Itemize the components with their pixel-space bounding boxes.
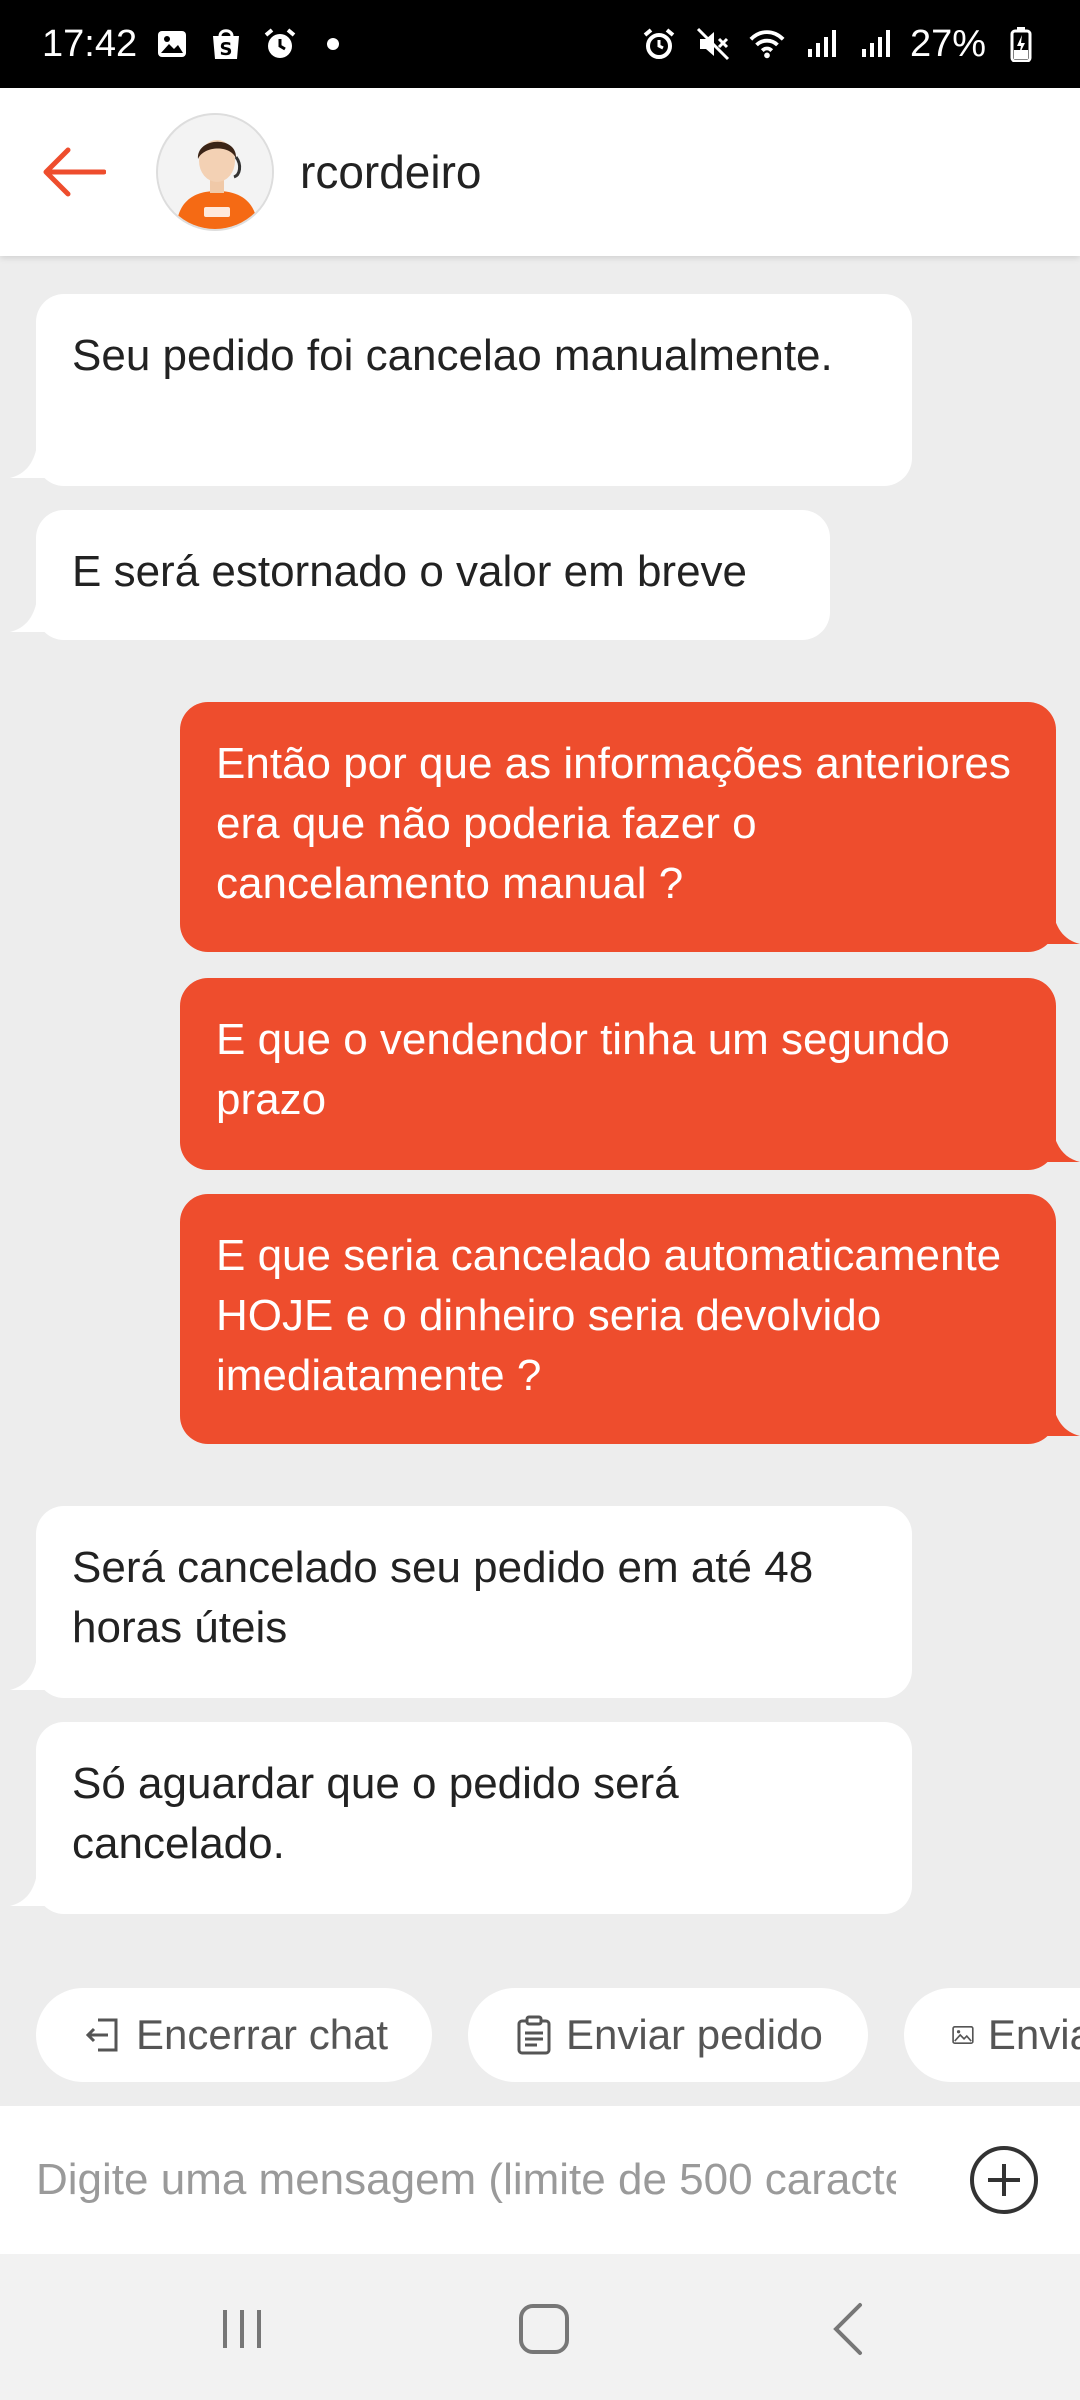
message-outgoing: E que seria cancelado automaticamente HO… bbox=[180, 1194, 1056, 1444]
message-incoming: Seu pedido foi cancelao manualmente. bbox=[36, 294, 912, 486]
avatar[interactable] bbox=[156, 113, 274, 231]
exit-icon bbox=[85, 2018, 118, 2052]
send-order-button[interactable]: Enviar pedido bbox=[468, 1988, 868, 2082]
recent-apps-icon bbox=[223, 2310, 261, 2348]
bubble-tail bbox=[10, 1650, 50, 1690]
image-icon bbox=[952, 2025, 974, 2045]
home-button[interactable] bbox=[504, 2294, 584, 2364]
composer-bar bbox=[0, 2106, 1080, 2254]
home-icon bbox=[519, 2304, 569, 2354]
nav-back-button[interactable] bbox=[808, 2294, 888, 2364]
notification-dot bbox=[327, 38, 340, 50]
wifi-icon bbox=[748, 25, 786, 63]
alarm-icon bbox=[261, 25, 299, 63]
bubble-tail bbox=[10, 1866, 50, 1906]
battery-charging-icon bbox=[1002, 25, 1040, 63]
message-text: Seu pedido foi cancelao manualmente. bbox=[72, 331, 833, 380]
message-incoming: Será cancelado seu pedido em até 48 hora… bbox=[36, 1506, 912, 1698]
message-outgoing: Então por que as informações anteriores … bbox=[180, 702, 1056, 952]
back-button[interactable] bbox=[40, 142, 110, 202]
status-right: 27% bbox=[640, 23, 1040, 66]
bubble-tail bbox=[1040, 1396, 1080, 1436]
send-order-label: Enviar pedido bbox=[566, 2011, 823, 2058]
contact-name: rcordeiro bbox=[300, 146, 482, 198]
end-chat-label: Encerrar chat bbox=[136, 2011, 389, 2058]
message-text: E será estornado o valor em breve bbox=[72, 547, 748, 596]
back-icon bbox=[833, 2303, 862, 2355]
chat-header: rcordeiro bbox=[0, 88, 1080, 256]
message-text: E que o vendendor tinha um segundo prazo bbox=[216, 1015, 950, 1124]
message-input[interactable] bbox=[36, 2140, 896, 2220]
message-text: Só aguardar que o pedido será cancelado. bbox=[72, 1759, 679, 1868]
alarm-icon bbox=[640, 25, 678, 63]
clipboard-icon bbox=[517, 2015, 551, 2055]
battery-percent: 27% bbox=[909, 22, 986, 65]
send-image-label: Enviar imagem bbox=[987, 2011, 1080, 2058]
message-text: Então por que as informações anteriores … bbox=[216, 739, 1011, 908]
bubble-tail bbox=[1040, 904, 1080, 944]
svg-text:S: S bbox=[220, 39, 233, 60]
chat-screen: 17:42 S 27% rcordeiro Seu pedido foi can… bbox=[0, 0, 1080, 2400]
gallery-icon bbox=[153, 25, 191, 63]
message-text: E que seria cancelado automaticamente HO… bbox=[216, 1231, 1002, 1400]
bubble-tail bbox=[10, 438, 50, 478]
status-bar: 17:42 S 27% bbox=[0, 0, 1080, 88]
message-incoming: Só aguardar que o pedido será cancelado. bbox=[36, 1722, 912, 1914]
status-time: 17:42 bbox=[42, 22, 138, 65]
plus-circle-icon bbox=[970, 2146, 1038, 2214]
bubble-tail bbox=[10, 592, 50, 632]
system-nav-bar bbox=[0, 2254, 1080, 2400]
message-outgoing: E que o vendendor tinha um segundo prazo bbox=[180, 978, 1056, 1170]
arrow-left-icon bbox=[43, 147, 106, 197]
mute-icon bbox=[694, 25, 732, 63]
message-incoming: E será estornado o valor em breve bbox=[36, 510, 830, 640]
add-attachment-button[interactable] bbox=[968, 2144, 1040, 2216]
signal-icon bbox=[856, 25, 894, 63]
status-left: 17:42 S bbox=[42, 22, 340, 66]
signal-icon bbox=[802, 25, 840, 63]
end-chat-button[interactable]: Encerrar chat bbox=[36, 1988, 432, 2082]
message-text: Será cancelado seu pedido em até 48 hora… bbox=[72, 1543, 814, 1652]
shopee-icon: S bbox=[207, 25, 245, 63]
send-image-button[interactable]: Enviar imagem bbox=[904, 1988, 1080, 2082]
bubble-tail bbox=[1040, 1122, 1080, 1162]
recent-apps-button[interactable] bbox=[202, 2294, 282, 2364]
